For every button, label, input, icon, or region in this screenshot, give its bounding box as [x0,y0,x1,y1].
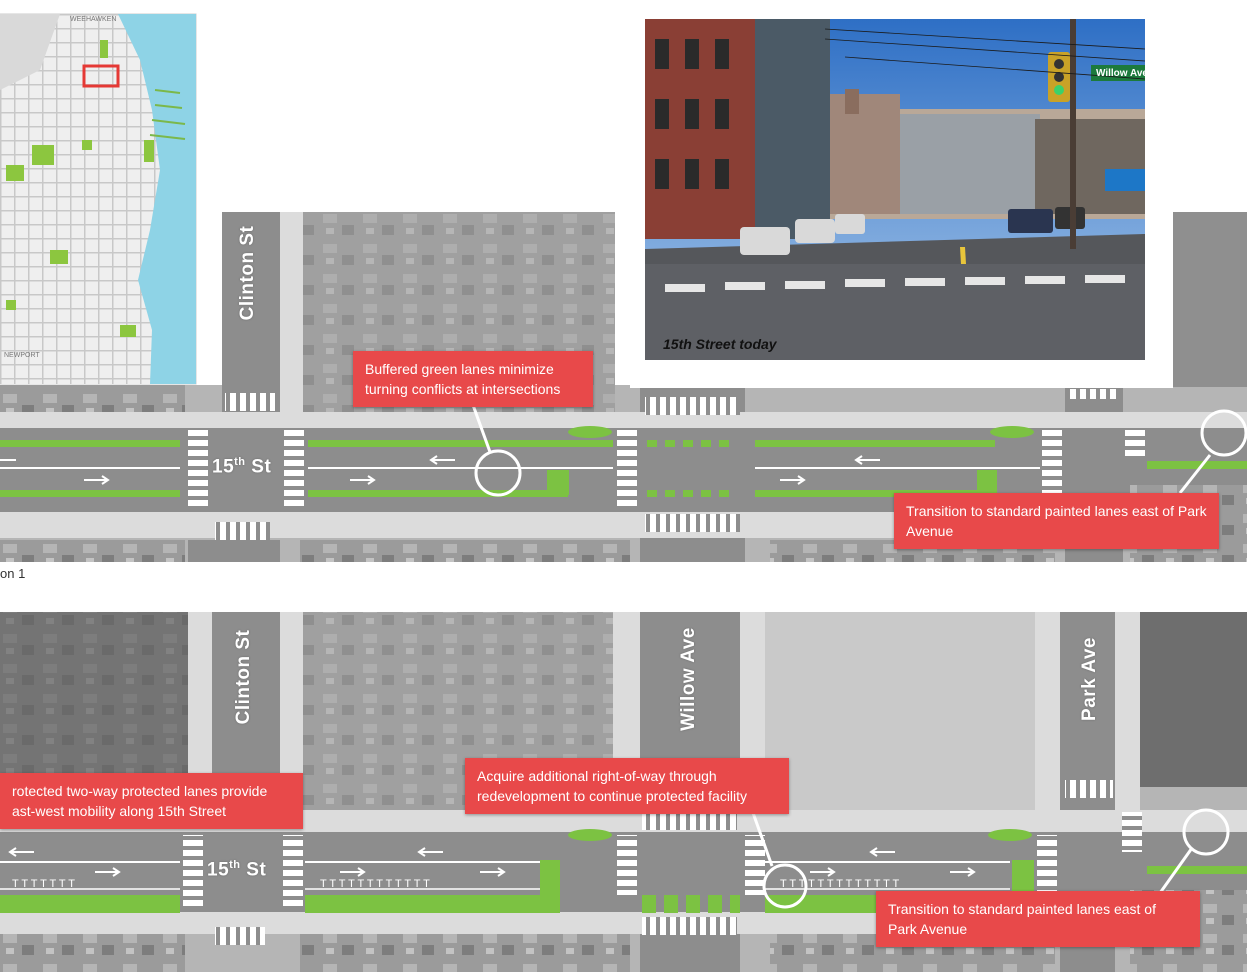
photo-caption: 15th Street today [663,336,777,352]
svg-text:T T T T T T T T T T T T T: T T T T T T T T T T T T T [780,878,900,890]
svg-text:T T T T T T T: T T T T T T T [12,878,75,890]
street-label-clinton-option1: Clinton St [237,225,258,321]
street-label-willow: Willow Ave [678,627,699,731]
callout-transition-option2: Transition to standard painted lanes eas… [876,891,1200,947]
callout-buffered-lanes: Buffered green lanes minimize turning co… [353,351,593,407]
street-sign-text: Willow Ave [1096,68,1148,79]
vacant-lot [765,612,1035,812]
street-label-clinton-option2: Clinton St [233,629,254,725]
inset-label-top: WEEHAWKEN [70,16,117,23]
callout-transition-option1: Transition to standard painted lanes eas… [894,493,1219,549]
svg-text:T T T T T T T T T T T T: T T T T T T T T T T T T [320,878,430,890]
street-label-15th-st-option2: 15th St [207,859,267,881]
street-label-park: Park Ave [1079,637,1100,721]
callout-two-way-protected: rotected two-way protected lanes provide… [0,773,303,829]
inset-label-bottom: NEWPORT [4,352,40,359]
callout-acquire-row: Acquire additional right-of-way through … [465,758,789,814]
street-label-15th-st-option1: 15th St [212,456,272,478]
option1-label: on 1 [0,566,26,581]
inset-locator-map [0,13,197,385]
street-photo [645,19,1145,360]
